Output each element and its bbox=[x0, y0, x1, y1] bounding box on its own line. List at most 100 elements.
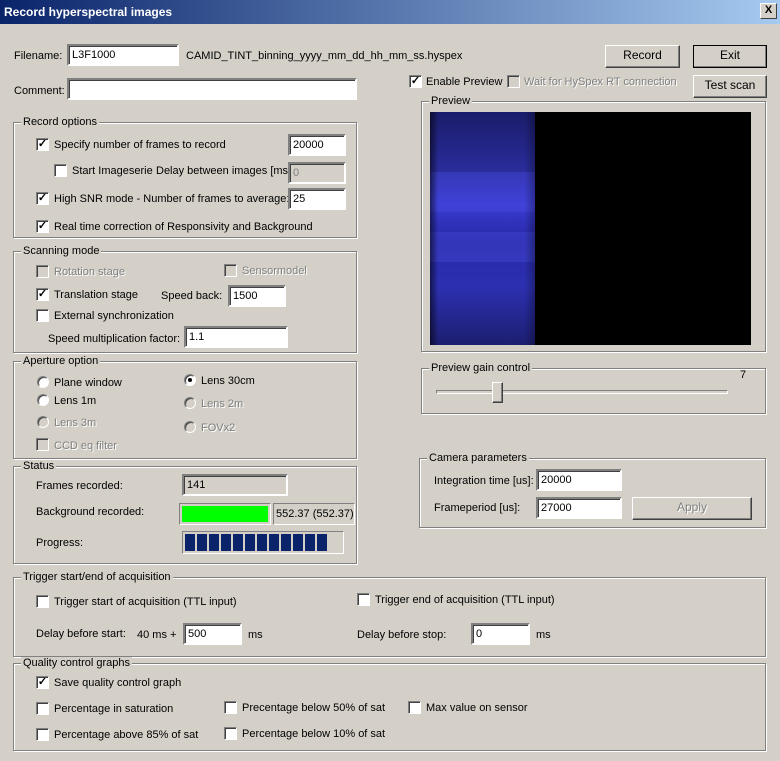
integration-input[interactable]: 20000 bbox=[536, 469, 622, 491]
wait-rt-checkbox[interactable] bbox=[507, 75, 520, 88]
wait-rt-label: Wait for HySpex RT connection bbox=[524, 76, 677, 88]
delay-stop-label: Delay before stop: bbox=[357, 629, 447, 641]
trigger-legend: Trigger start/end of acquisition bbox=[21, 571, 173, 583]
pct-below-50-label: Precentage below 50% of sat bbox=[242, 702, 386, 714]
external-sync-label: External synchronization bbox=[54, 310, 174, 322]
gain-slider-track[interactable] bbox=[436, 390, 728, 394]
lens-1m-radio[interactable] bbox=[37, 394, 49, 406]
exit-button[interactable]: Exit bbox=[693, 45, 767, 68]
camera-legend: Camera parameters bbox=[427, 452, 529, 464]
pct-below-10-checkbox[interactable] bbox=[224, 727, 237, 740]
delay-start-input[interactable]: 500 bbox=[183, 623, 242, 645]
realtime-correction-checkbox[interactable]: ✓ bbox=[36, 220, 49, 233]
quality-legend: Quality control graphs bbox=[21, 657, 132, 669]
high-snr-checkbox[interactable]: ✓ bbox=[36, 192, 49, 205]
preview-image bbox=[430, 112, 751, 345]
progress-block bbox=[245, 534, 255, 551]
high-snr-label: High SNR mode - Number of frames to aver… bbox=[54, 193, 290, 205]
delay-images-input[interactable]: 0 bbox=[288, 162, 346, 184]
pct-above-85-label: Percentage above 85% of sat bbox=[54, 729, 199, 741]
rotation-stage-label: Rotation stage bbox=[54, 266, 125, 278]
lens-2m-radio[interactable] bbox=[184, 397, 196, 409]
lens-1m-label: Lens 1m bbox=[54, 395, 97, 407]
fovx2-label: FOVx2 bbox=[201, 422, 236, 434]
title-bar: Record hyperspectral images bbox=[0, 0, 780, 24]
frames-recorded-label: Frames recorded: bbox=[36, 480, 123, 492]
speed-back-input[interactable]: 1500 bbox=[228, 285, 286, 307]
background-value: 552.37 (552.37) bbox=[273, 503, 355, 525]
filename-input[interactable]: L3F1000 bbox=[67, 44, 179, 66]
delay-images-label: Delay between images [ms]: bbox=[156, 165, 295, 177]
progress-block bbox=[209, 534, 219, 551]
translation-stage-checkbox[interactable]: ✓ bbox=[36, 288, 49, 301]
progress-block bbox=[185, 534, 195, 551]
trigger-start-checkbox[interactable] bbox=[36, 595, 49, 608]
external-sync-checkbox[interactable] bbox=[36, 309, 49, 322]
save-graph-checkbox[interactable]: ✓ bbox=[36, 676, 49, 689]
specify-frames-label: Specify number of frames to record bbox=[54, 139, 226, 151]
trigger-end-label: Trigger end of acquisition (TTL input) bbox=[375, 594, 555, 606]
sensormodel-label: Sensormodel bbox=[242, 265, 307, 277]
close-icon: X bbox=[764, 4, 773, 16]
pct-above-85-checkbox[interactable] bbox=[36, 728, 49, 741]
pct-below-50-checkbox[interactable] bbox=[224, 701, 237, 714]
filename-pattern: CAMID_TINT_binning_yyyy_mm_dd_hh_mm_ss.h… bbox=[186, 50, 463, 62]
progress-bar bbox=[182, 531, 344, 554]
speed-mult-input[interactable]: 1.1 bbox=[184, 326, 288, 348]
pct-below-10-label: Percentage below 10% of sat bbox=[242, 728, 386, 740]
scanning-mode-legend: Scanning mode bbox=[21, 245, 102, 257]
progress-label: Progress: bbox=[36, 537, 84, 549]
rotation-stage-checkbox[interactable] bbox=[36, 265, 49, 278]
lens-3m-radio[interactable] bbox=[37, 416, 49, 428]
filename-label: Filename: bbox=[14, 50, 63, 62]
background-recorded-label: Background recorded: bbox=[36, 506, 145, 518]
enable-preview-checkbox[interactable]: ✓ bbox=[409, 75, 422, 88]
delay-stop-input[interactable]: 0 bbox=[471, 623, 530, 645]
pct-saturation-checkbox[interactable] bbox=[36, 702, 49, 715]
comment-input[interactable] bbox=[67, 78, 357, 100]
delay-start-prefix: 40 ms + bbox=[137, 629, 177, 641]
window-title: Record hyperspectral images bbox=[4, 5, 173, 19]
progress-block bbox=[257, 534, 267, 551]
progress-block bbox=[305, 534, 315, 551]
record-button[interactable]: Record bbox=[605, 45, 680, 68]
progress-block bbox=[221, 534, 231, 551]
translation-stage-label: Translation stage bbox=[54, 289, 138, 301]
gain-legend: Preview gain control bbox=[429, 362, 533, 374]
pct-saturation-label: Percentage in saturation bbox=[54, 703, 174, 715]
lens-30cm-radio[interactable] bbox=[184, 374, 196, 386]
comment-label: Comment: bbox=[14, 85, 65, 97]
max-value-checkbox[interactable] bbox=[408, 701, 421, 714]
realtime-correction-label: Real time correction of Responsivity and… bbox=[54, 221, 313, 233]
progress-block bbox=[281, 534, 291, 551]
gain-slider-thumb[interactable] bbox=[492, 382, 503, 403]
fovx2-radio[interactable] bbox=[184, 421, 196, 433]
snr-input[interactable]: 25 bbox=[288, 188, 346, 210]
test-scan-button[interactable]: Test scan bbox=[693, 75, 767, 98]
ccd-eq-label: CCD eq filter bbox=[54, 440, 117, 452]
trigger-group bbox=[13, 577, 766, 657]
close-button[interactable]: X bbox=[760, 3, 777, 19]
trigger-start-label: Trigger start of acquisition (TTL input) bbox=[54, 596, 237, 608]
speed-mult-label: Speed multiplication factor: bbox=[48, 333, 181, 345]
frames-input[interactable]: 20000 bbox=[288, 134, 346, 156]
status-legend: Status bbox=[21, 460, 57, 472]
preview-frame bbox=[430, 112, 535, 345]
aperture-legend: Aperture option bbox=[21, 355, 101, 367]
frames-recorded-value: 141 bbox=[182, 474, 288, 496]
background-indicator-fill bbox=[182, 506, 268, 522]
ccd-eq-checkbox[interactable] bbox=[36, 438, 49, 451]
start-imageserie-checkbox[interactable] bbox=[54, 164, 67, 177]
lens-2m-label: Lens 2m bbox=[201, 398, 244, 410]
frameperiod-input[interactable]: 27000 bbox=[536, 497, 622, 519]
save-graph-label: Save quality control graph bbox=[54, 677, 182, 689]
progress-block bbox=[197, 534, 207, 551]
delay-start-unit: ms bbox=[248, 629, 263, 641]
trigger-end-checkbox[interactable] bbox=[357, 593, 370, 606]
apply-button[interactable]: Apply bbox=[632, 497, 752, 520]
specify-frames-checkbox[interactable]: ✓ bbox=[36, 138, 49, 151]
progress-block bbox=[317, 534, 327, 551]
plane-window-radio[interactable] bbox=[37, 376, 49, 388]
sensormodel-checkbox[interactable] bbox=[224, 264, 237, 277]
delay-stop-unit: ms bbox=[536, 629, 551, 641]
